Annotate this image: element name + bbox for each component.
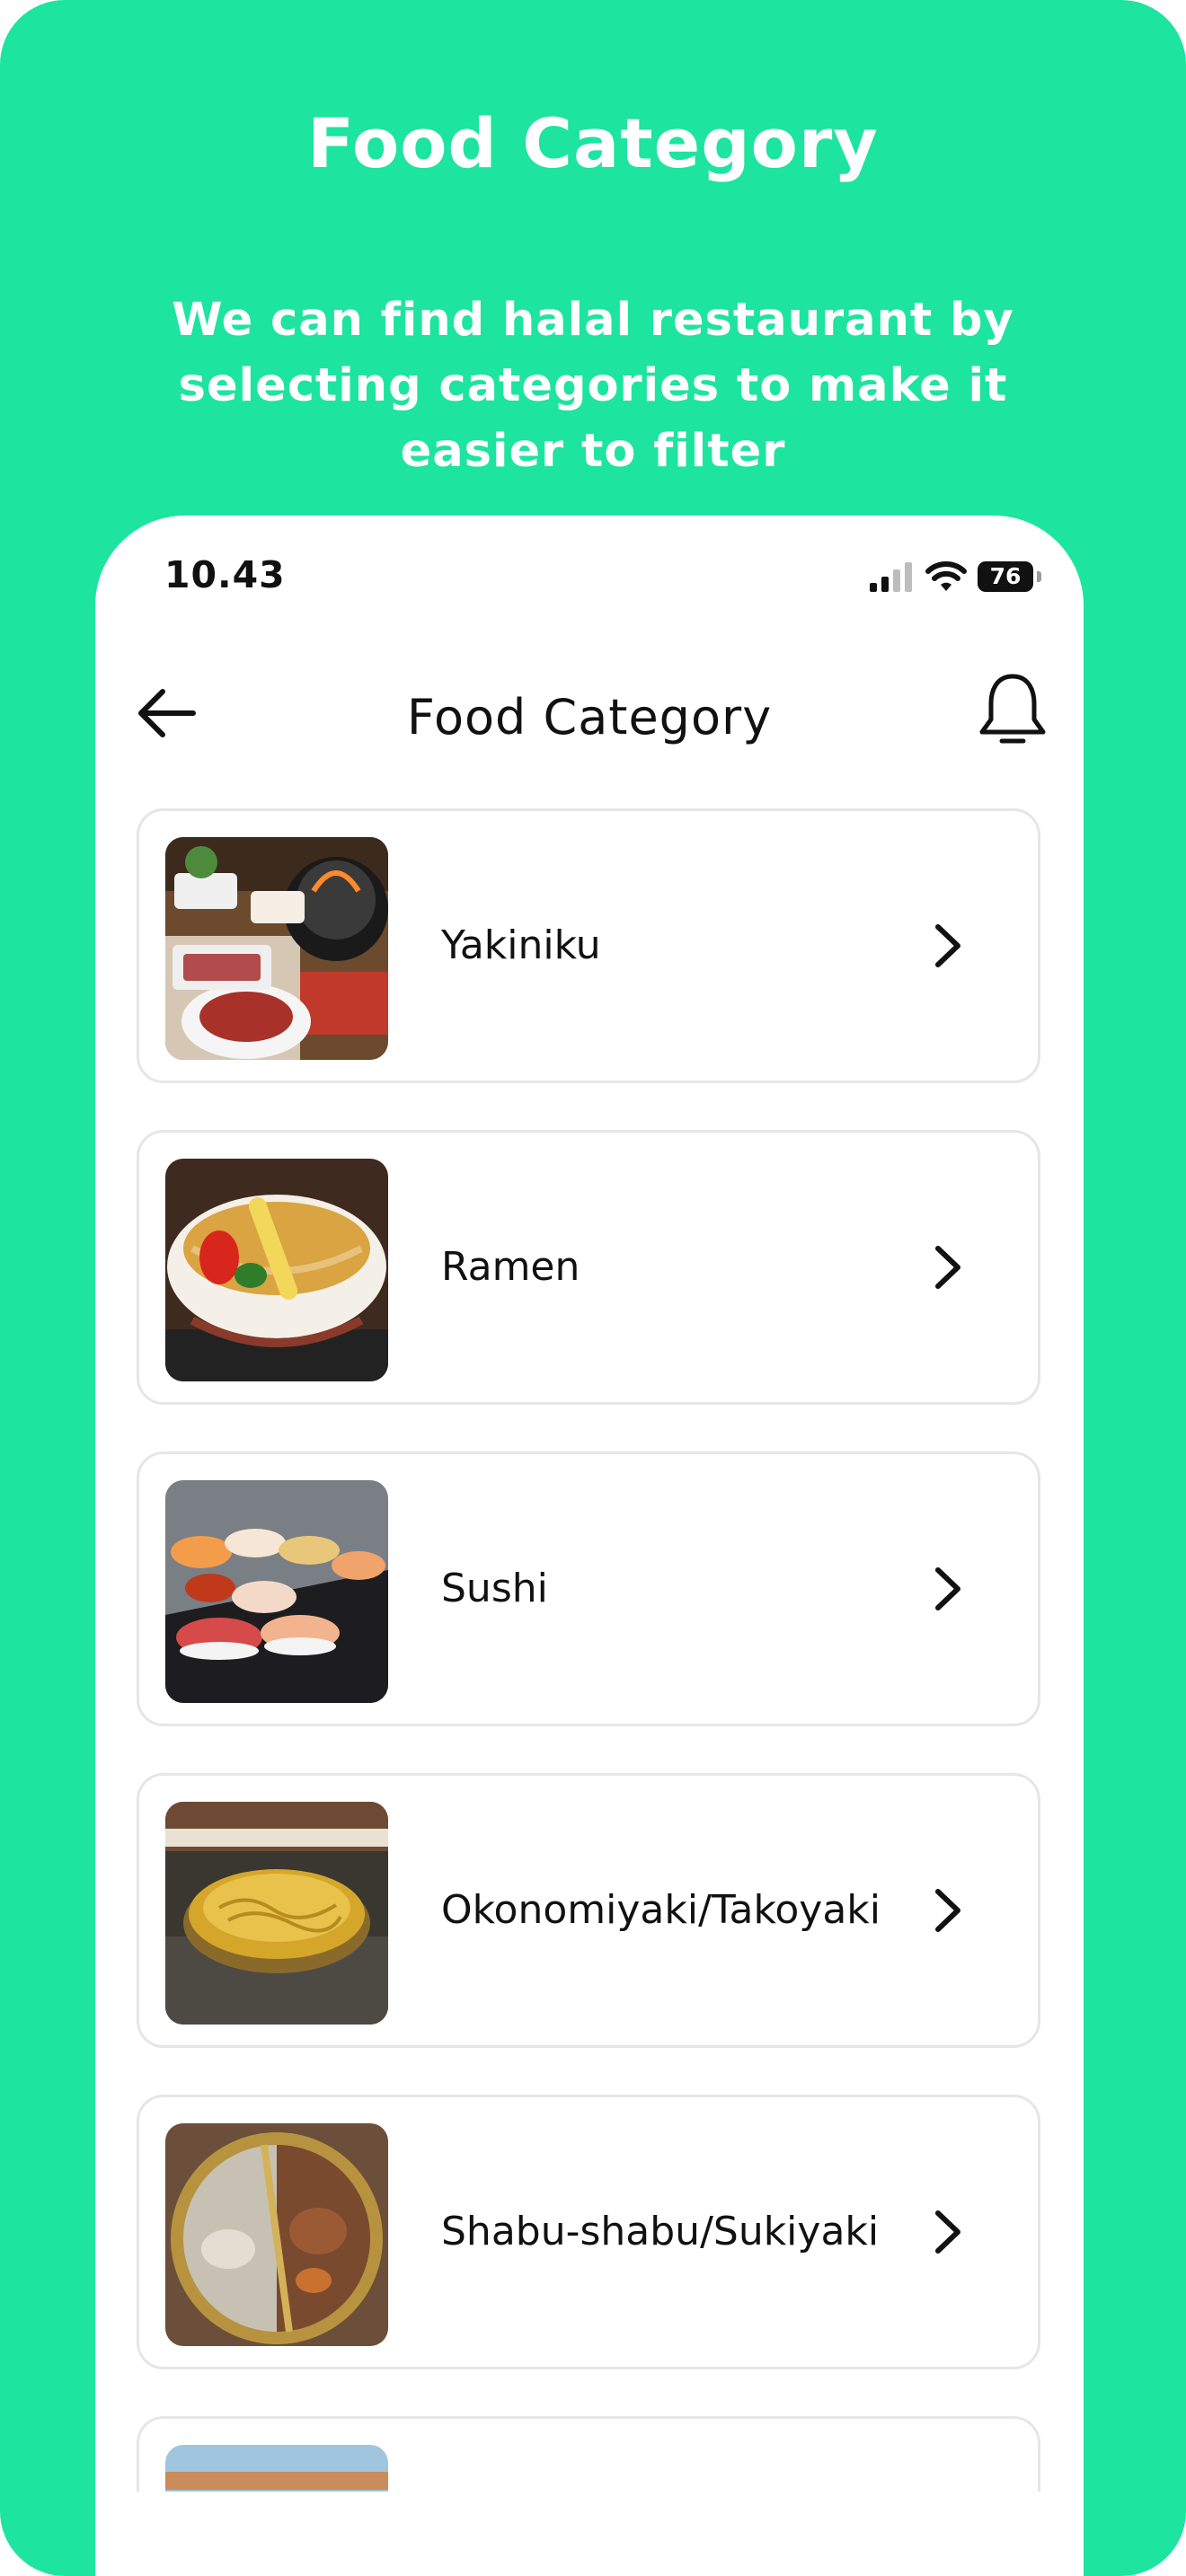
nav-bar: Food Category — [95, 641, 1084, 776]
sushi-photo — [165, 1480, 388, 1703]
promo-background: Food Category We can find halal restaura… — [0, 0, 1186, 2576]
category-label: Okonomiyaki/Takoyaki — [441, 1887, 881, 1933]
status-icons: 76 — [868, 559, 1041, 595]
category-card-shabu-shabu[interactable]: Shabu-shabu/Sukiyaki — [137, 2095, 1040, 2369]
category-card-okonomiyaki[interactable]: Okonomiyaki/Takoyaki — [137, 1773, 1040, 2048]
category-label: Sushi — [441, 1566, 548, 1611]
chevron-right-icon — [921, 1883, 975, 1937]
category-label: Yakiniku — [441, 922, 601, 968]
promo-subtitle: We can find halal restaurant by selectin… — [172, 294, 1014, 478]
category-list: Yakiniku Ramen Sushi Okonomiyaki/Takoyak… — [137, 808, 1044, 2576]
category-card-sushi[interactable]: Sushi — [137, 1451, 1040, 1726]
status-time: 10.43 — [164, 553, 286, 596]
category-label: Ramen — [441, 1244, 580, 1290]
category-card-ramen[interactable]: Ramen — [137, 1130, 1040, 1405]
ramen-photo — [165, 1159, 388, 1381]
chevron-right-icon — [921, 1240, 975, 1294]
bell-icon — [979, 674, 1046, 744]
status-bar: 10.43 76 — [95, 516, 1084, 641]
wifi-icon — [925, 561, 967, 591]
signal-icon — [870, 562, 912, 592]
list-bottom-edge — [95, 2492, 1084, 2576]
battery-icon: 76 — [978, 561, 1041, 592]
page-title: Food Category — [406, 689, 773, 745]
phone-screen: 10.43 76 Food Category Yakiniku Ramen Su… — [95, 516, 1084, 2576]
promo-title: Food Category — [307, 103, 879, 183]
chevron-right-icon — [921, 919, 975, 973]
chevron-right-icon — [921, 1562, 975, 1616]
okonomiyaki-photo — [165, 1802, 388, 2025]
notification-button[interactable] — [972, 665, 1053, 754]
chevron-right-icon — [921, 2205, 975, 2259]
category-card-yakiniku[interactable]: Yakiniku — [137, 808, 1040, 1083]
yakiniku-photo — [165, 837, 388, 1060]
shabu-shabu-photo — [165, 2123, 388, 2346]
category-label: Shabu-shabu/Sukiyaki — [441, 2209, 880, 2254]
